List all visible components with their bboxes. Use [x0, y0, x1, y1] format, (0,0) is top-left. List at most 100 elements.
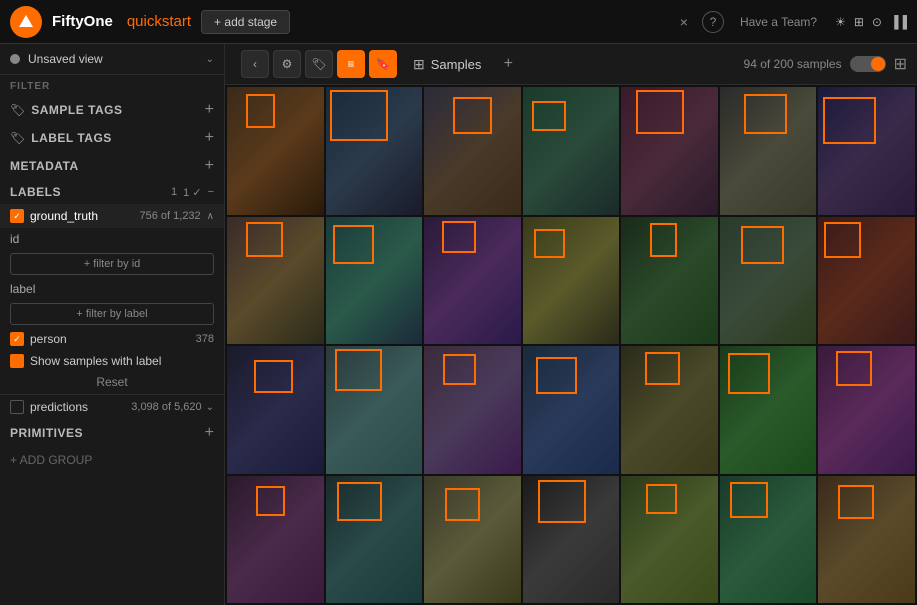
close-icon[interactable]: ×	[680, 14, 688, 30]
image-cell[interactable]	[326, 476, 423, 604]
image-cell[interactable]	[227, 346, 324, 474]
primitives-row[interactable]: PRIMITIVES +	[0, 419, 224, 447]
show-samples-label: Show samples with label	[30, 354, 161, 368]
add-primitives-button[interactable]: +	[205, 424, 214, 442]
add-group-row[interactable]: + ADD GROUP	[0, 447, 224, 473]
image-cell[interactable]	[818, 87, 915, 215]
person-checkbox[interactable]: ✓	[10, 332, 24, 346]
filter-by-id-button[interactable]: + filter by id	[10, 253, 214, 275]
image-cell[interactable]	[720, 87, 817, 215]
image-cell[interactable]	[424, 87, 521, 215]
predictions-chevron-icon[interactable]: ⌄	[206, 402, 214, 413]
workspace-name: quickstart	[127, 13, 191, 30]
samples-tab[interactable]: ⊞ Samples	[403, 52, 491, 77]
labels-controls: 1 1 ✓ −	[171, 186, 214, 199]
bounding-box	[532, 101, 566, 131]
prev-button[interactable]: ‹	[241, 50, 269, 78]
image-cell[interactable]	[523, 346, 620, 474]
image-cell[interactable]	[326, 346, 423, 474]
bounding-box	[246, 222, 283, 257]
toggle-track[interactable]	[850, 56, 886, 72]
github-icon[interactable]: ⊙	[872, 15, 882, 29]
image-cell[interactable]	[621, 87, 718, 215]
person-count: 378	[196, 333, 214, 345]
bounding-box	[453, 97, 492, 134]
bounding-box	[836, 351, 873, 386]
ground-truth-row[interactable]: ✓ ground_truth 756 of 1,232 ∧	[0, 204, 224, 228]
labels-minus[interactable]: −	[208, 186, 214, 198]
image-cell[interactable]	[227, 476, 324, 604]
label-tags-row[interactable]: 🏷 LABEL TAGS +	[0, 124, 224, 152]
predictions-label: predictions	[30, 400, 131, 414]
image-cell[interactable]	[424, 346, 521, 474]
toggle-thumb	[871, 57, 885, 71]
dot-indicator	[10, 54, 20, 64]
sun-icon[interactable]: ☀	[835, 15, 846, 29]
help-icon[interactable]: ?	[702, 11, 724, 33]
filter-section-label: FILTER	[0, 75, 224, 96]
predictions-checkbox[interactable]	[10, 400, 24, 414]
add-label-tag-button[interactable]: +	[205, 129, 214, 147]
bounding-box	[445, 488, 480, 522]
image-cell[interactable]	[621, 217, 718, 345]
reset-button[interactable]: Reset	[96, 375, 127, 389]
bookmark-button[interactable]: 🔖	[369, 50, 397, 78]
sample-count-area: 94 of 200 samples ⊞	[744, 54, 907, 74]
labels-title: LABELS	[10, 185, 171, 199]
bounding-box	[330, 90, 388, 141]
predictions-row[interactable]: predictions 3,098 of 5,620 ⌄	[0, 394, 224, 419]
metadata-row[interactable]: METADATA +	[0, 152, 224, 180]
add-sample-tag-button[interactable]: +	[205, 101, 214, 119]
image-cell[interactable]	[326, 217, 423, 345]
add-tab-button[interactable]: +	[497, 53, 519, 75]
image-cell[interactable]	[621, 476, 718, 604]
chevron-down-icon: ⌄	[206, 54, 214, 65]
bounding-box	[246, 94, 275, 128]
show-samples-row[interactable]: Show samples with label	[0, 350, 224, 370]
primitives-label: PRIMITIVES	[10, 426, 205, 440]
filter-active-button[interactable]: ≡	[337, 50, 365, 78]
sidebar: Unsaved view ⌄ FILTER 🏷 SAMPLE TAGS + 🏷 …	[0, 44, 225, 605]
image-cell[interactable]	[326, 87, 423, 215]
settings-button[interactable]: ⚙	[273, 50, 301, 78]
view-controls: ‹ ⚙ 🏷 ≡ 🔖	[241, 50, 397, 78]
image-cell[interactable]	[720, 476, 817, 604]
ground-truth-checkbox[interactable]: ✓	[10, 209, 24, 223]
add-metadata-button[interactable]: +	[205, 157, 214, 175]
add-group-label: + ADD GROUP	[10, 453, 92, 467]
image-cell[interactable]	[720, 217, 817, 345]
menu-icon[interactable]: ▐▐	[890, 15, 907, 29]
sample-tags-row[interactable]: 🏷 SAMPLE TAGS +	[0, 96, 224, 124]
image-cell[interactable]	[720, 346, 817, 474]
grid-icon[interactable]: ⊞	[854, 15, 864, 29]
grid-view-button[interactable]: ⊞	[894, 54, 907, 74]
image-cell[interactable]	[523, 87, 620, 215]
image-cell[interactable]	[424, 217, 521, 345]
predictions-count: 3,098 of 5,620	[131, 401, 201, 413]
image-cell[interactable]	[424, 476, 521, 604]
image-cell[interactable]	[227, 217, 324, 345]
bounding-box	[741, 226, 783, 264]
image-cell[interactable]	[818, 217, 915, 345]
image-cell[interactable]	[523, 217, 620, 345]
image-cell[interactable]	[227, 87, 324, 215]
image-cell[interactable]	[523, 476, 620, 604]
add-stage-label: + add stage	[214, 15, 277, 29]
image-cell[interactable]	[621, 346, 718, 474]
image-cell[interactable]	[818, 476, 915, 604]
have-team-label: Have a Team?	[740, 15, 817, 29]
unsaved-view-selector[interactable]: Unsaved view ⌄	[0, 44, 224, 75]
chevron-up-icon[interactable]: ∧	[207, 211, 214, 222]
person-label: person	[30, 332, 196, 346]
samples-grid-icon: ⊞	[413, 56, 425, 73]
filter-by-label-button[interactable]: + filter by label	[10, 303, 214, 325]
tag-button[interactable]: 🏷	[305, 50, 333, 78]
person-row[interactable]: ✓ person 378	[0, 328, 224, 350]
label-field-label: label	[10, 282, 35, 296]
toggle-container[interactable]	[850, 56, 886, 72]
image-cell[interactable]	[818, 346, 915, 474]
add-stage-button[interactable]: + add stage	[201, 10, 290, 34]
label-row: label	[0, 278, 224, 300]
labels-count[interactable]: 1	[171, 186, 177, 198]
labels-check[interactable]: 1 ✓	[183, 186, 201, 199]
